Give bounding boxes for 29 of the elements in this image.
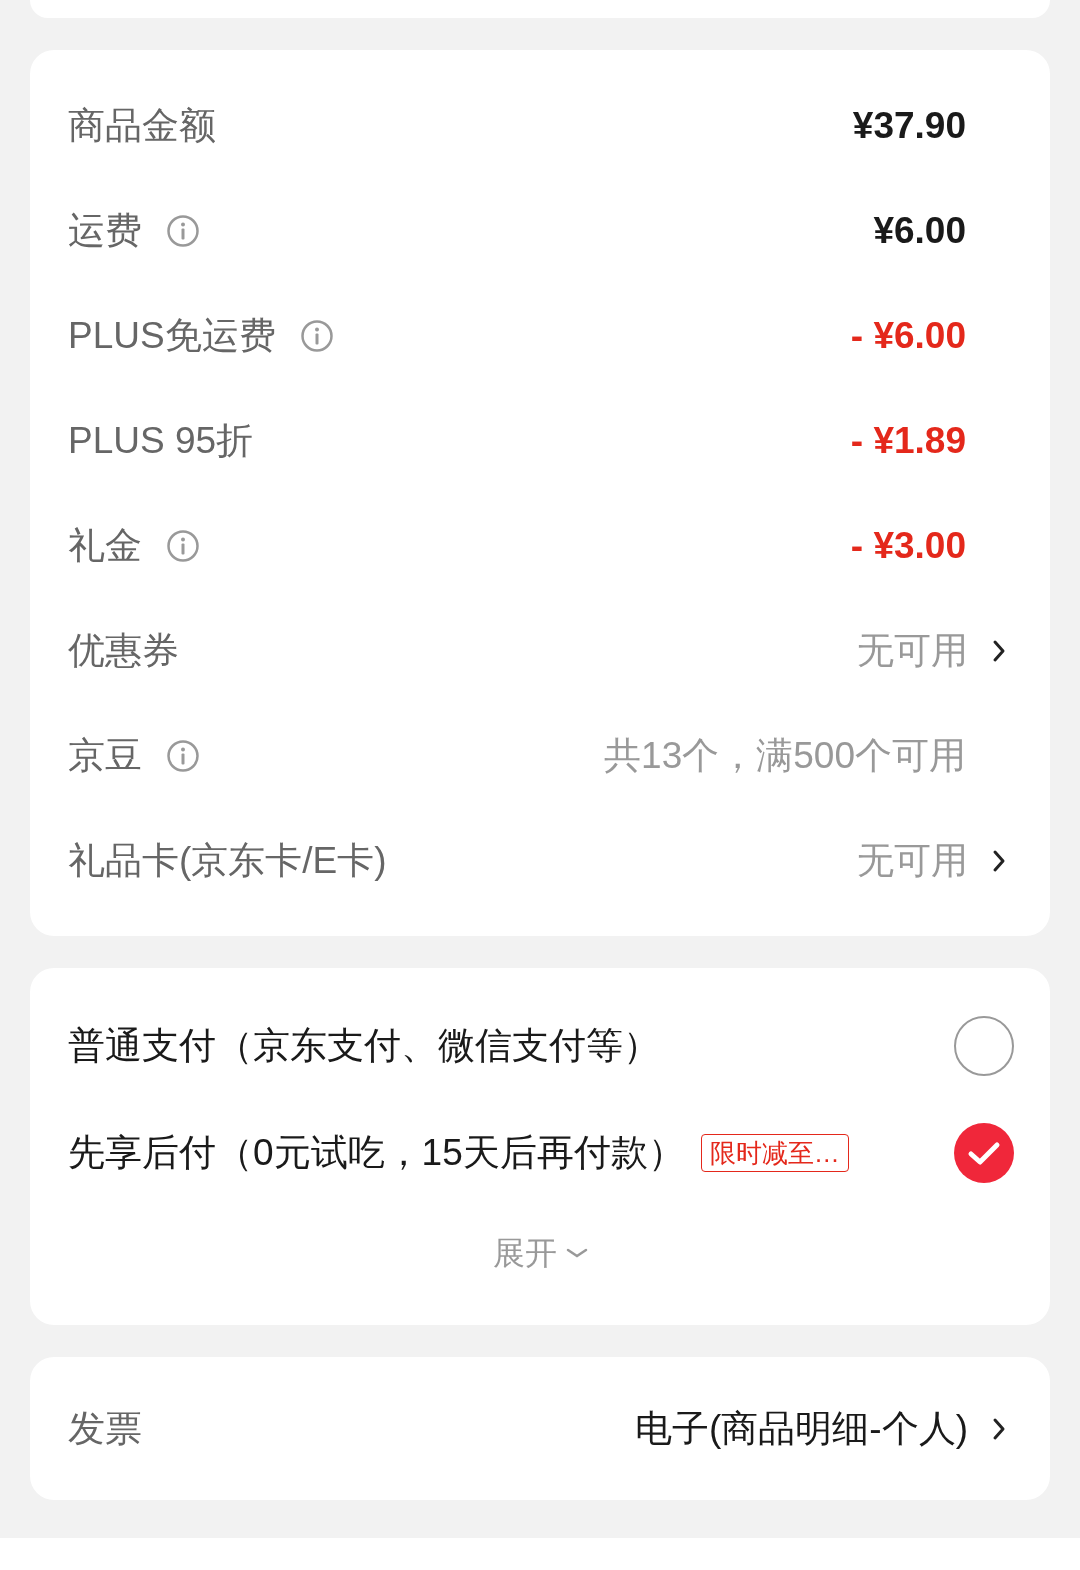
fee-label: 商品金额 xyxy=(68,103,216,148)
discount-value: - ¥1.89 xyxy=(850,418,966,463)
discount-value: - ¥3.00 xyxy=(850,523,966,568)
info-icon[interactable] xyxy=(166,528,200,563)
chevron-right-icon xyxy=(992,848,1006,873)
amount-value: ¥37.90 xyxy=(852,103,966,148)
fee-label: 京豆 xyxy=(68,733,142,778)
radio-checked-icon[interactable] xyxy=(954,1122,1014,1183)
radio-button[interactable] xyxy=(954,1015,1014,1076)
discount-value: - ¥6.00 xyxy=(850,313,966,358)
payment-option[interactable]: 普通支付（京东支付、微信支付等） xyxy=(68,1017,660,1074)
amount-value: ¥6.00 xyxy=(873,208,966,253)
invoice-value[interactable]: 电子(商品明细-个人) xyxy=(635,1400,968,1457)
fee-label: 优惠券 xyxy=(68,628,179,673)
payment-option[interactable]: 先享后付（0元试吃，15天后再付款） xyxy=(68,1124,685,1181)
chevron-right-icon xyxy=(992,638,1006,663)
chevron-down-icon xyxy=(565,1246,589,1260)
promo-tag: 限时减至… xyxy=(700,1133,849,1172)
invoice-label: 发票 xyxy=(68,1406,142,1451)
fee-label: 礼品卡(京东卡/E卡) xyxy=(68,838,387,883)
info-icon[interactable] xyxy=(166,738,200,773)
fee-label: PLUS 95折 xyxy=(68,418,254,463)
info-icon[interactable] xyxy=(166,213,200,248)
fee-label: PLUS免运费 xyxy=(68,313,276,358)
fee-label: 运费 xyxy=(68,208,142,253)
note-value: 共13个，满500个可用 xyxy=(604,733,966,778)
info-icon[interactable] xyxy=(299,318,334,353)
chevron-right-icon xyxy=(992,1416,1006,1441)
fee-label: 礼金 xyxy=(68,523,142,568)
